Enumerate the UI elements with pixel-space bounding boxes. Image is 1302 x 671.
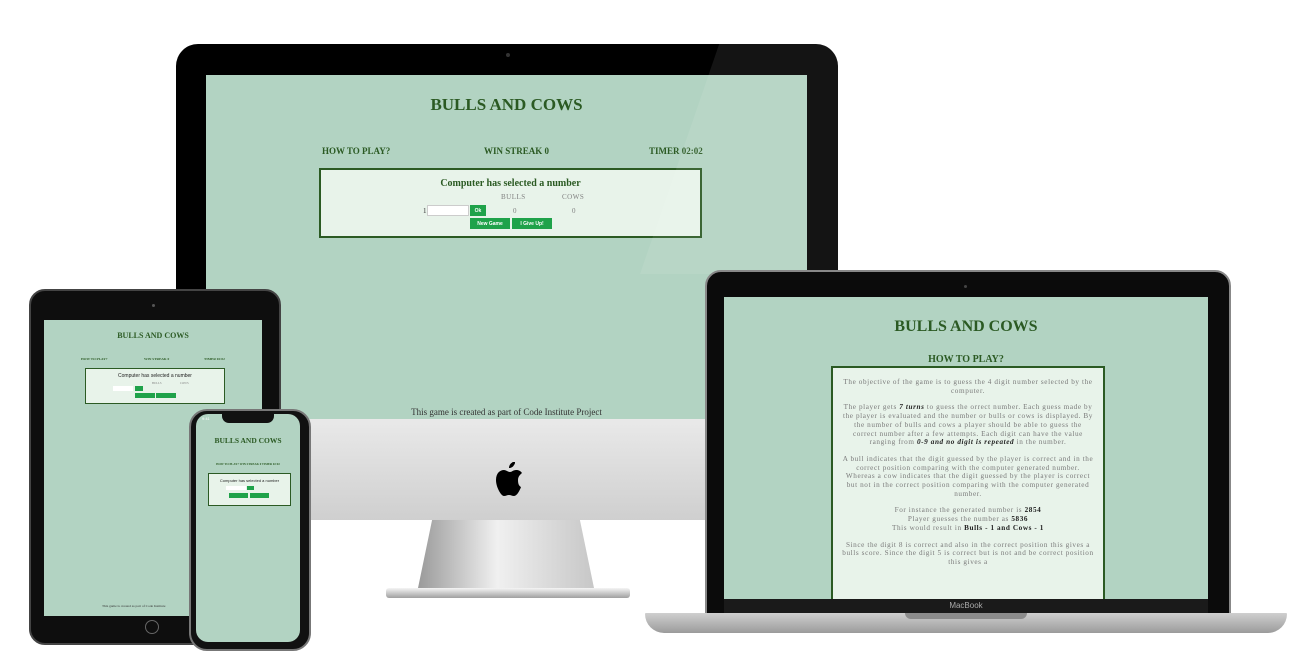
game-message: Computer has selected a number [118, 373, 192, 379]
guess-input[interactable] [427, 205, 469, 216]
row-number: 1 [423, 207, 427, 215]
game-panel: Computer has selected a number BULLS COW… [85, 368, 225, 404]
cows-label: COWS [180, 381, 189, 385]
ipad-home-button [145, 620, 159, 634]
macbook-lower-bezel: MacBook [724, 599, 1208, 613]
ok-button[interactable]: Ok [470, 205, 486, 216]
imac-stand [418, 520, 594, 588]
game-panel: Computer has selected a number BULLS COW… [319, 168, 702, 238]
page-title: BULLS AND COWS [894, 318, 1038, 335]
macbook-label: MacBook [949, 601, 983, 610]
page-title: BULLS AND COWS [117, 331, 189, 340]
guess-input[interactable] [226, 486, 246, 490]
iphone-screen: 9:41 BULLS AND COWS HOW TO PLAY? WIN STR… [196, 414, 300, 642]
iphone-notch [222, 414, 274, 423]
how-to-play-link[interactable]: HOW TO PLAY? [322, 146, 390, 156]
new-game-button[interactable] [135, 393, 155, 398]
imac-base [386, 588, 630, 598]
how-to-play-link[interactable]: HOW TO PLAY? [81, 357, 108, 361]
footer-text: This game is created as part of Code Ins… [102, 604, 166, 608]
rules-paragraph: Since the digit 8 is correct and also in… [842, 540, 1094, 566]
rules-example: For instance the generated number is 285… [892, 506, 1044, 532]
imac-camera [506, 53, 510, 57]
macbook-notch [905, 613, 1027, 619]
nav-bar[interactable]: HOW TO PLAY? WIN STREAK 0 TIMER 02:02 [196, 462, 300, 466]
give-up-button[interactable] [156, 393, 176, 398]
guess-input[interactable] [113, 386, 133, 391]
rules-paragraph: The player gets 7 turns to guess the orr… [843, 403, 1093, 447]
macbook-screen: BULLS AND COWS HOW TO PLAY? The objectiv… [724, 297, 1208, 599]
ok-button[interactable] [135, 386, 143, 391]
rules-paragraph: The objective of the game is to guess th… [843, 378, 1093, 395]
page-title: BULLS AND COWS [214, 436, 282, 445]
macbook-camera [964, 285, 967, 288]
rules-heading: HOW TO PLAY? [928, 354, 1004, 365]
apple-logo-icon [496, 462, 522, 496]
give-up-button[interactable]: I Give Up! [512, 218, 552, 229]
cows-value: 0 [572, 207, 576, 215]
game-message: Computer has selected a number [440, 178, 581, 189]
game-panel: Computer has selected a number [208, 473, 291, 506]
ipad-camera [152, 304, 155, 307]
rules-panel: The objective of the game is to guess th… [831, 366, 1105, 599]
timer: TIMER 02:02 [204, 357, 225, 361]
give-up-button[interactable] [250, 493, 269, 498]
win-streak: WIN STREAK 0 [484, 146, 550, 156]
cows-label: COWS [562, 193, 585, 201]
status-time: 9:41 [202, 416, 210, 421]
ok-button[interactable] [247, 486, 254, 490]
game-message: Computer has selected a number [219, 478, 280, 483]
win-streak: WIN STREAK 0 [144, 357, 170, 361]
bulls-value: 0 [513, 207, 517, 215]
bulls-label: BULLS [152, 381, 162, 385]
bulls-label: BULLS [501, 193, 526, 201]
new-game-button[interactable] [229, 493, 248, 498]
rules-paragraph: A bull indicates that the digit guessed … [842, 454, 1094, 498]
new-game-button[interactable]: New Game [470, 218, 510, 229]
